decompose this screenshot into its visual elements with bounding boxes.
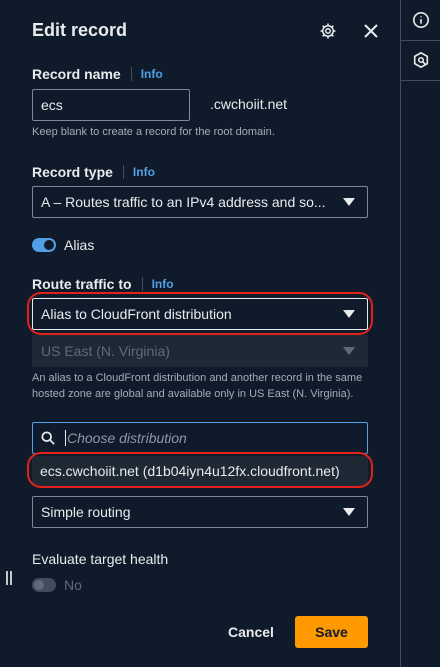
health-toggle-label: No <box>64 577 82 593</box>
gear-icon[interactable] <box>317 20 339 42</box>
record-name-input[interactable]: ecs <box>32 89 190 121</box>
health-label: Evaluate target health <box>32 551 169 567</box>
record-type-select[interactable]: A – Routes traffic to an IPv4 address an… <box>32 186 368 218</box>
routing-policy-select[interactable]: Simple routing <box>32 496 368 528</box>
save-button[interactable]: Save <box>295 616 368 648</box>
alias-toggle[interactable] <box>32 238 56 252</box>
record-name-info-link[interactable]: Info <box>141 67 163 81</box>
amazon-q-icon[interactable] <box>401 42 440 78</box>
cancel-button[interactable]: Cancel <box>220 616 282 648</box>
close-icon[interactable] <box>360 20 382 42</box>
region-value: US East (N. Virginia) <box>41 343 170 359</box>
record-type-value: A – Routes traffic to an IPv4 address an… <box>41 194 326 210</box>
route-traffic-hint: An alias to a CloudFront distribution an… <box>32 372 363 400</box>
domain-suffix: .cwchoiit.net <box>210 96 288 112</box>
route-traffic-label-text: Route traffic to <box>32 276 132 292</box>
search-icon <box>41 431 55 445</box>
alias-label: Alias <box>64 237 95 253</box>
search-placeholder: Choose distribution <box>67 430 187 446</box>
record-type-label: Record type Info <box>32 164 155 180</box>
info-panel-icon[interactable] <box>401 2 440 38</box>
route-traffic-info-link[interactable]: Info <box>152 277 174 291</box>
record-type-info-link[interactable]: Info <box>133 165 155 179</box>
health-toggle <box>32 578 56 592</box>
caret-down-icon <box>343 198 355 206</box>
caret-down-icon <box>343 347 355 355</box>
highlight-ring-distribution <box>27 452 373 488</box>
caret-down-icon <box>343 508 355 516</box>
panel-title: Edit record <box>32 20 128 40</box>
record-name-value: ecs <box>41 97 63 113</box>
record-name-hint: Keep blank to create a record for the ro… <box>32 126 275 138</box>
routing-policy-value: Simple routing <box>41 504 131 520</box>
record-name-label-text: Record name <box>32 66 121 82</box>
resize-handle-icon[interactable] <box>6 571 14 585</box>
record-name-label: Record name Info <box>32 66 163 82</box>
distribution-search-input[interactable]: Choose distribution <box>32 422 368 454</box>
right-rail <box>400 0 440 667</box>
edit-record-panel: Edit record Record name Info ecs .cwchoi… <box>0 0 400 667</box>
highlight-ring-endpoint <box>27 292 373 335</box>
record-type-label-text: Record type <box>32 164 113 180</box>
region-select: US East (N. Virginia) <box>32 335 368 367</box>
route-traffic-label: Route traffic to Info <box>32 276 174 292</box>
